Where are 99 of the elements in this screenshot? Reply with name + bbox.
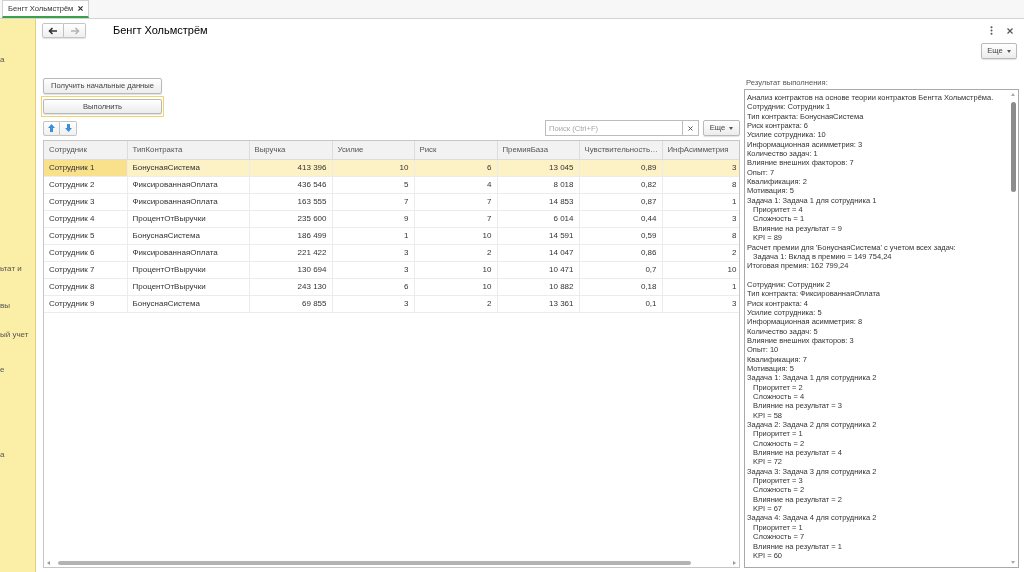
more-options-icon[interactable]: [990, 26, 993, 35]
table-cell: 5: [332, 176, 414, 193]
table-cell: 130 694: [249, 261, 332, 278]
table-cell: 0,18: [579, 278, 662, 295]
table-cell: Сотрудник 6: [44, 244, 127, 261]
close-icon[interactable]: [78, 6, 84, 11]
sidebar-item[interactable]: ьтат и: [0, 264, 22, 274]
table-cell: 10: [332, 159, 414, 176]
table-cell: 6: [332, 278, 414, 295]
table-cell: Сотрудник 8: [44, 278, 127, 295]
table-cell: 3: [662, 295, 739, 312]
table-cell: 2: [414, 244, 497, 261]
table-cell: 235 600: [249, 210, 332, 227]
scroll-right-icon[interactable]: [733, 560, 736, 565]
table-cell: 9: [332, 210, 414, 227]
table-cell: 10: [414, 278, 497, 295]
table-cell: ПроцентОтВыручки: [127, 278, 249, 295]
table-cell: 10: [662, 261, 739, 278]
arrow-down-icon: [64, 124, 72, 132]
back-button[interactable]: [42, 23, 64, 38]
table-cell: 14 047: [497, 244, 579, 261]
table-cell: 3: [332, 295, 414, 312]
close-icon: [688, 125, 693, 131]
table-cell: 2: [414, 295, 497, 312]
table-cell: 10 882: [497, 278, 579, 295]
sidebar-item[interactable]: а: [0, 450, 5, 460]
table-cell: 14 853: [497, 193, 579, 210]
table-cell: 163 555: [249, 193, 332, 210]
table-cell: Сотрудник 3: [44, 193, 127, 210]
table-cell: БонуснаяСистема: [127, 159, 249, 176]
arrow-left-icon: [48, 26, 58, 35]
table-cell: 4: [414, 176, 497, 193]
caret-down-icon: [729, 126, 734, 130]
arrow-up-icon: [48, 124, 55, 132]
scrollbar-thumb[interactable]: [1010, 102, 1016, 192]
scroll-up-icon[interactable]: [1011, 93, 1015, 96]
table-cell: 0,89: [579, 159, 662, 176]
table-cell: 0,87: [579, 193, 662, 210]
scrollbar-thumb[interactable]: [58, 560, 691, 565]
table-cell: ФиксированнаяОплата: [127, 193, 249, 210]
table-cell: БонуснаяСистема: [127, 295, 249, 312]
table-cell: 221 422: [249, 244, 332, 261]
table-cell: 0,1: [579, 295, 662, 312]
table-cell: ПроцентОтВыручки: [127, 210, 249, 227]
table-cell: 413 396: [249, 159, 332, 176]
move-up-button[interactable]: [43, 120, 60, 136]
table-cell: 0,82: [579, 176, 662, 193]
scroll-down-icon[interactable]: [1011, 561, 1015, 564]
table-cell: 1: [662, 278, 739, 295]
table-cell: 0,59: [579, 227, 662, 244]
table-cell: Сотрудник 4: [44, 210, 127, 227]
table-cell: Сотрудник 9: [44, 295, 127, 312]
table-cell: 10: [414, 261, 497, 278]
table-cell: 1: [332, 227, 414, 244]
table-cell: 186 499: [249, 227, 332, 244]
clear-button[interactable]: [683, 120, 699, 136]
table-cell: 14 591: [497, 227, 579, 244]
sidebar-item[interactable]: а: [0, 55, 5, 65]
table-cell: 7: [414, 193, 497, 210]
table-cell: 8: [662, 227, 739, 244]
table-cell: 7: [332, 193, 414, 210]
form-title: Бенгт Хольмстрём: [113, 23, 208, 38]
table-cell: 3: [332, 244, 414, 261]
table-cell: ФиксированнаяОплата: [127, 176, 249, 193]
table-cell: 0,44: [579, 210, 662, 227]
close-icon[interactable]: [1007, 27, 1013, 34]
table-cell: 0,86: [579, 244, 662, 261]
table-cell: Сотрудник 2: [44, 176, 127, 193]
table-cell: 2: [662, 244, 739, 261]
table-cell: 10: [414, 227, 497, 244]
table-cell: ПроцентОтВыручки: [127, 261, 249, 278]
table-cell: Сотрудник 7: [44, 261, 127, 278]
table-cell: 13 045: [497, 159, 579, 176]
table-cell: 69 855: [249, 295, 332, 312]
table-cell: 8 018: [497, 176, 579, 193]
table-cell: 243 130: [249, 278, 332, 295]
sidebar-item[interactable]: е: [0, 365, 5, 375]
table-cell: 3: [332, 261, 414, 278]
table-cell: ФиксированнаяОплата: [127, 244, 249, 261]
table-cell: 6: [414, 159, 497, 176]
table-cell: 6 014: [497, 210, 579, 227]
arrow-right-icon: [69, 26, 80, 35]
table-cell: 13 361: [497, 295, 579, 312]
move-down-button[interactable]: [60, 120, 77, 136]
table-cell: 3: [662, 159, 739, 176]
table-cell: 436 546: [249, 176, 332, 193]
table-cell: 10 471: [497, 261, 579, 278]
sidebar-item[interactable]: ый учет: [0, 330, 29, 340]
table-cell: 7: [414, 210, 497, 227]
table-cell: 3: [662, 210, 739, 227]
table-cell: 0,7: [579, 261, 662, 278]
output-field[interactable]: [744, 89, 1019, 568]
table-cell: 8: [662, 176, 739, 193]
caret-down-icon: [1006, 49, 1011, 53]
table-cell: Сотрудник 5: [44, 227, 127, 244]
sidebar-item[interactable]: вы: [0, 301, 10, 311]
table-cell: 1: [662, 193, 739, 210]
table-cell: БонуснаяСистема: [127, 227, 249, 244]
scroll-left-icon[interactable]: [47, 560, 50, 565]
